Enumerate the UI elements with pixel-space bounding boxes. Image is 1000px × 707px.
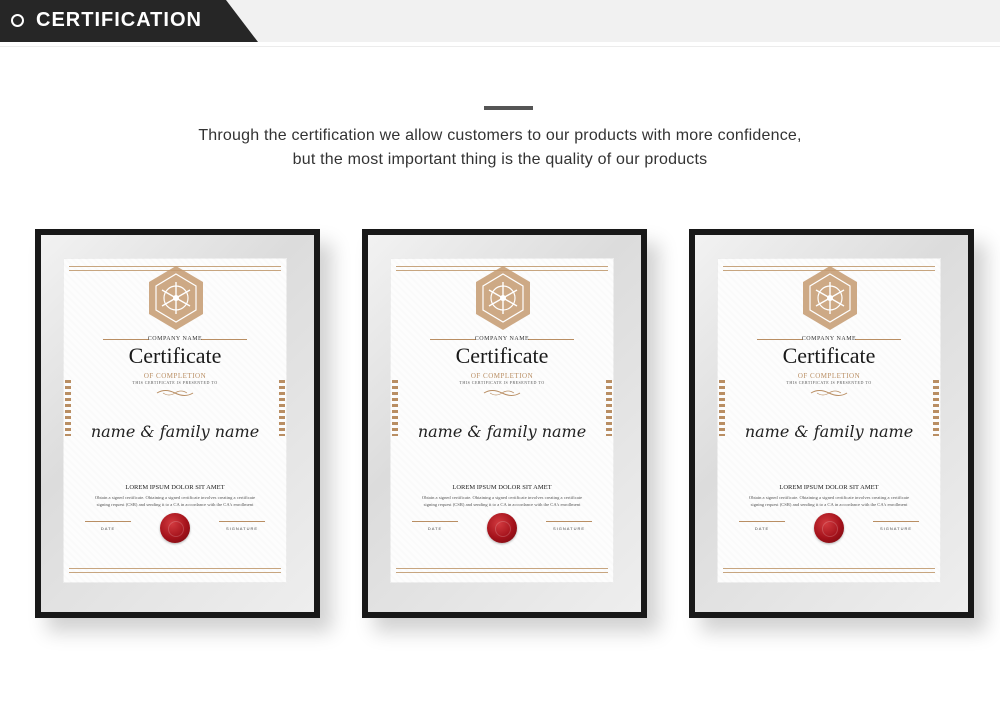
recipient-name: name & family name [90,422,260,441]
wax-seal-icon [814,513,844,543]
intro-rule-divider [484,106,533,110]
signature-label: SIGNATURE [879,526,913,531]
certificate-paper: COMPANY NAME Certificate OF COMPLETION T… [63,258,287,583]
intro-text-line-2: but the most important thing is the qual… [292,151,708,168]
certificate-subtitle: OF COMPLETION [470,372,534,380]
flourish-ornament-icon [810,390,848,396]
flourish-ornament-icon [156,390,194,396]
ornament-border-bottom [396,568,608,573]
certificate-body: Obtain a signed certificate. Obtaining a… [94,495,256,507]
certificate-body: Obtain a signed certificate. Obtaining a… [748,495,910,507]
company-name: COMPANY NAME [801,336,857,342]
certificate-title: Certificate [782,343,876,368]
certificate-body: Obtain a signed certificate. Obtaining a… [421,495,583,507]
section-title: CERTIFICATION [36,9,202,31]
ornament-border-bottom [723,568,935,573]
presented-to-text: THIS CERTIFICATE IS PRESENTED TO [786,380,872,385]
signature-label: SIGNATURE [552,526,586,531]
mandala-emblem-icon [803,266,857,330]
certificate-title: Certificate [128,343,222,368]
certificate-title: Certificate [455,343,549,368]
presented-to-text: THIS CERTIFICATE IS PRESENTED TO [132,380,218,385]
circle-bullet-icon [11,14,24,27]
certificate-heading: LOREM IPSUM DOLOR SIT AMET [779,484,879,491]
certificate-frame-2[interactable]: COMPANY NAME Certificate OF COMPLETION T… [362,229,647,618]
mandala-emblem-icon [476,266,530,330]
intro-text-line-1: Through the certification we allow custo… [198,127,802,144]
flourish-ornament-icon [483,390,521,396]
wax-seal-icon [487,513,517,543]
wax-seal-icon [160,513,190,543]
company-name: COMPANY NAME [474,336,530,342]
mandala-emblem-icon [149,266,203,330]
certificate-subtitle: OF COMPLETION [797,372,861,380]
recipient-name: name & family name [417,422,587,441]
presented-to-text: THIS CERTIFICATE IS PRESENTED TO [459,380,545,385]
header-divider [0,46,1000,47]
certificate-paper: COMPANY NAME Certificate OF COMPLETION T… [390,258,614,583]
date-label: DATE [427,526,443,531]
certificate-frame-1[interactable]: COMPANY NAME Certificate OF COMPLETION T… [35,229,320,618]
signature-label: SIGNATURE [225,526,259,531]
certificate-subtitle: OF COMPLETION [143,372,207,380]
certificate-heading: LOREM IPSUM DOLOR SIT AMET [452,484,552,491]
company-name: COMPANY NAME [147,336,203,342]
certificate-paper: COMPANY NAME Certificate OF COMPLETION T… [717,258,941,583]
certificate-frame-3[interactable]: COMPANY NAME Certificate OF COMPLETION T… [689,229,974,618]
ornament-border-bottom [69,568,281,573]
date-label: DATE [100,526,116,531]
recipient-name: name & family name [744,422,914,441]
certificate-heading: LOREM IPSUM DOLOR SIT AMET [125,484,225,491]
date-label: DATE [754,526,770,531]
